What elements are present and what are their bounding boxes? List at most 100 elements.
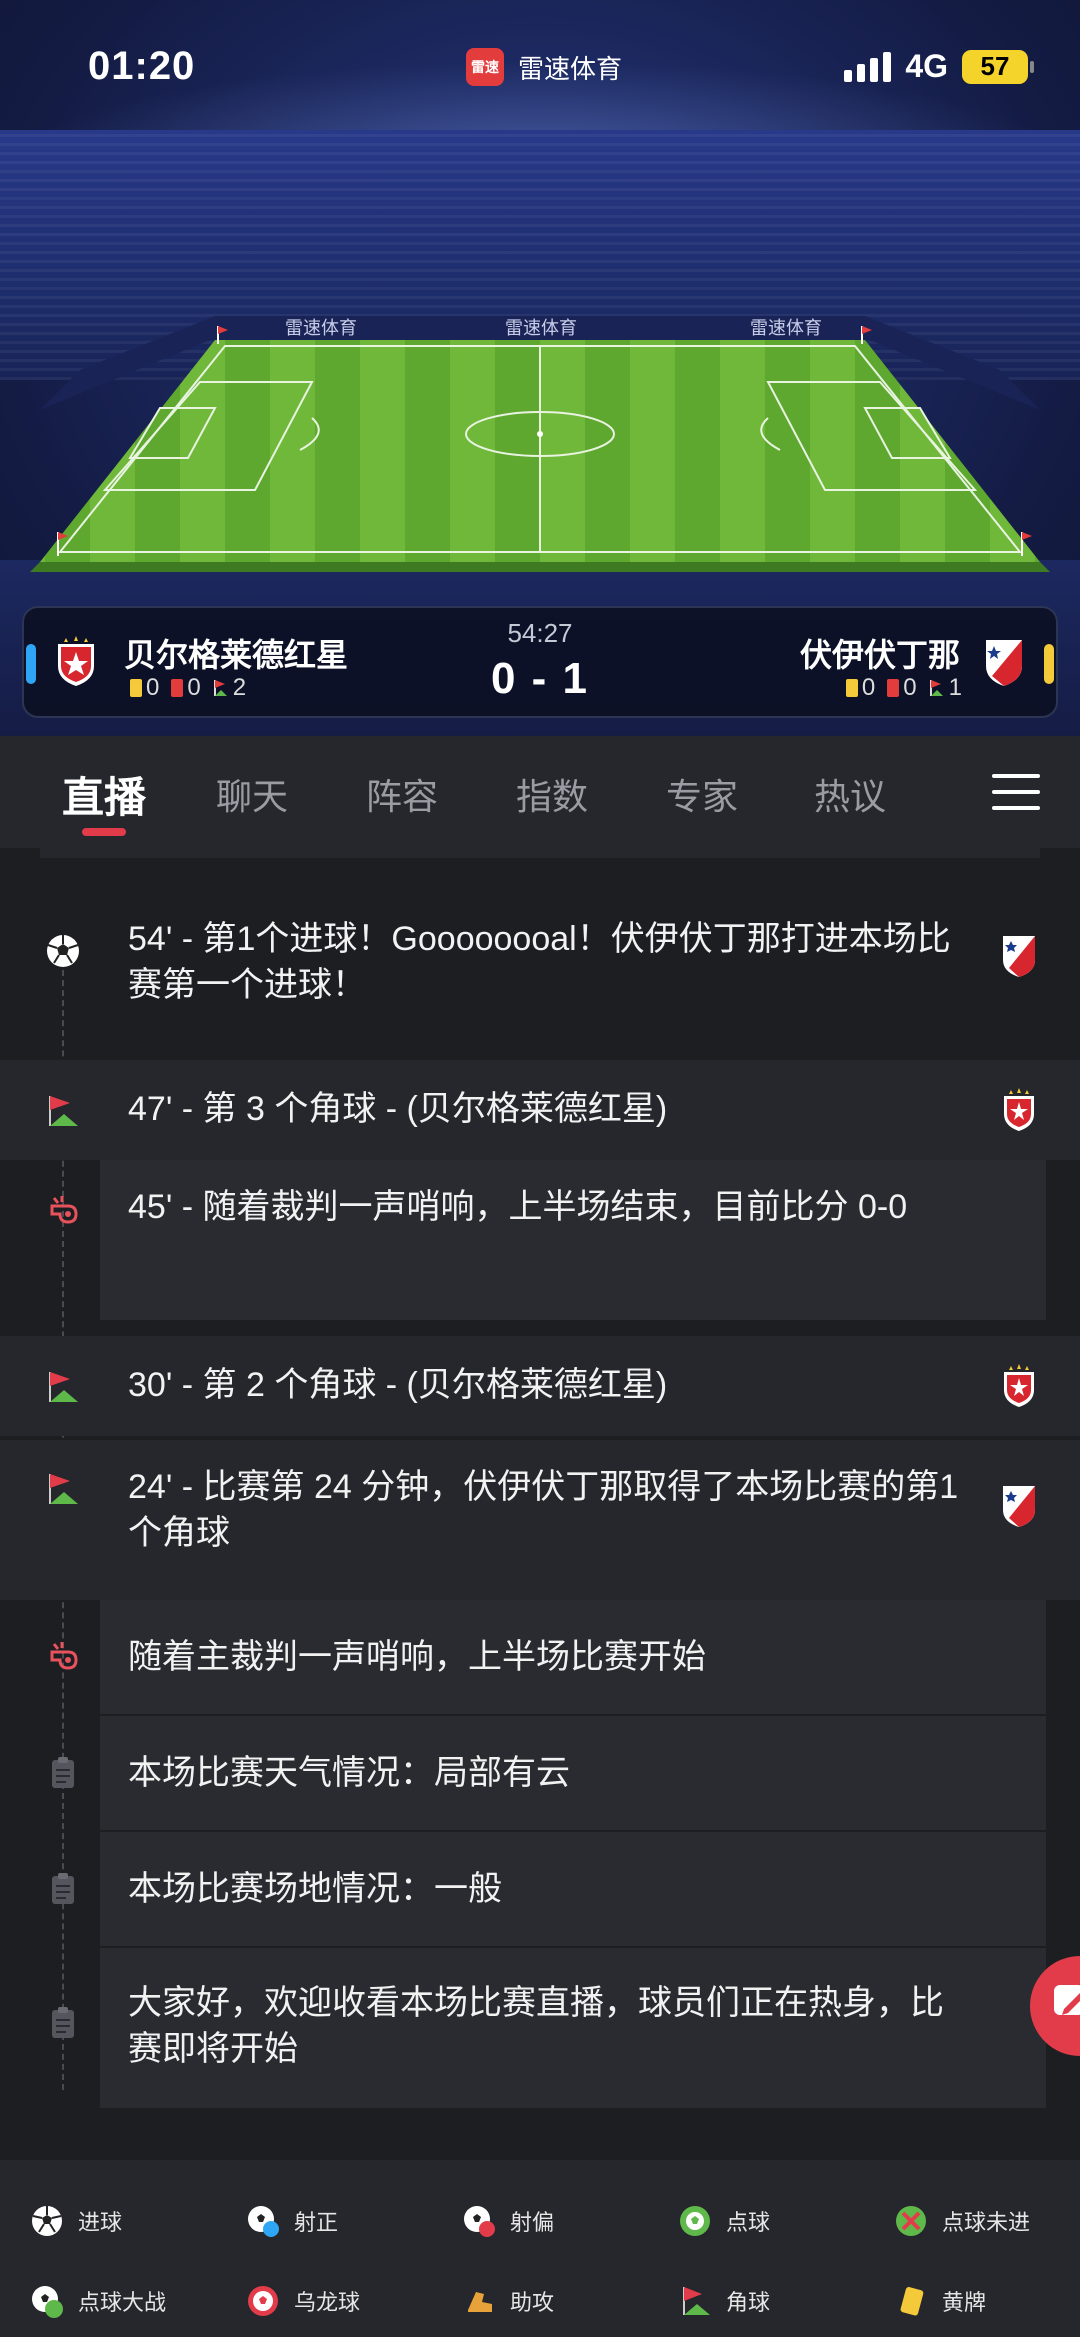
away-team-name[interactable]: 伏伊伏丁那 — [800, 630, 960, 676]
shot-off-target-icon — [464, 2206, 495, 2237]
legend-item: 乌龙球 — [246, 2284, 360, 2318]
ad-board-text: 雷速体育 — [285, 318, 357, 338]
event-text: 47' - 第 3 个角球 - (贝尔格莱德红星) — [128, 1090, 668, 1128]
away-yellow-count: 0 — [861, 674, 876, 701]
away-corner-count: 1 — [948, 674, 962, 701]
battery-icon: 57 — [962, 49, 1034, 84]
legend-label: 黄牌 — [942, 2290, 987, 2315]
assist-icon — [468, 2292, 492, 2312]
legend-label: 进球 — [78, 2210, 123, 2235]
whistle-icon — [50, 1196, 78, 1224]
legend-item: 助攻 — [462, 2284, 554, 2318]
soccer-ball-icon — [32, 2206, 62, 2236]
app-logo-icon: 雷速 — [466, 48, 504, 86]
ad-board-text: 雷速体育 — [750, 318, 822, 338]
network-type: 4G — [905, 48, 948, 84]
event-text: 45' - 随着裁判一声哨响，上半场结束，目前比分 0-0 — [128, 1188, 908, 1226]
tab-live[interactable]: 直播 — [62, 764, 146, 825]
corner-flag-icon — [683, 2287, 710, 2315]
corner-flag-icon — [49, 1372, 78, 1402]
away-team-badge-icon[interactable] — [980, 636, 1028, 688]
away-corners: 1 — [929, 674, 962, 702]
battery-level: 57 — [980, 51, 1010, 81]
clipboard-icon — [52, 2007, 74, 2038]
legend-label: 点球 — [726, 2210, 771, 2235]
event-text: 随着主裁判一声哨响，上半场比赛开始 — [128, 1638, 706, 1676]
legend-label: 点球未进 — [942, 2210, 1031, 2235]
legend-item: 角球 — [678, 2284, 770, 2318]
tab-experts[interactable]: 专家 — [666, 768, 738, 820]
tab-discussion[interactable]: 热议 — [814, 768, 886, 820]
soccer-ball-icon — [47, 935, 79, 967]
away-red-cards: 0 — [887, 674, 917, 702]
event-text: 大家好，欢迎收看本场比赛直播，球员们正在热身，比赛即将开始 — [128, 1984, 944, 2068]
yellow-card-icon — [845, 679, 858, 697]
signal-icon — [844, 51, 892, 82]
home-team-badge-icon — [1004, 1364, 1034, 1407]
penalty-missed-icon — [896, 2206, 926, 2236]
tab-chat[interactable]: 聊天 — [216, 768, 288, 820]
legend-item: 黄牌 — [894, 2284, 986, 2318]
event-item[interactable]: 随着主裁判一声哨响，上半场比赛开始 — [0, 1600, 1080, 1714]
legend-label: 助攻 — [510, 2290, 555, 2315]
event-item[interactable]: 本场比赛天气情况：局部有云 — [0, 1716, 1080, 1830]
penalty-icon — [680, 2206, 710, 2236]
legend-item: 进球 — [30, 2204, 122, 2238]
legend-item: 射正 — [246, 2204, 338, 2238]
event-text: 本场比赛天气情况：局部有云 — [128, 1754, 570, 1792]
legend-label: 射正 — [294, 2210, 339, 2235]
corner-flag-icon — [929, 680, 943, 696]
active-tab-indicator — [82, 828, 126, 836]
penalty-shootout-icon — [32, 2286, 63, 2318]
away-team-badge-icon — [1003, 936, 1035, 977]
match-tabs: 直播 聊天 阵容 指数 专家 热议 — [0, 736, 1080, 848]
stadium-hero: 雷速体育 雷速体育 雷速体育 01:20 雷速 雷速体育 4G 57 贝尔格莱德… — [0, 0, 1080, 736]
pitch-graphic: 雷速体育 雷速体育 雷速体育 — [30, 316, 1050, 572]
legend-label: 射偏 — [510, 2210, 555, 2235]
corner-flag-icon — [49, 1474, 78, 1504]
event-item[interactable]: 30' - 第 2 个角球 - (贝尔格莱德红星) — [0, 1336, 1080, 1436]
legend-item: 点球未进 — [894, 2204, 1030, 2238]
status-indicators: 4G 57 — [844, 48, 1034, 85]
away-team-badge-icon — [1003, 1486, 1035, 1527]
tab-odds[interactable]: 指数 — [516, 768, 588, 820]
live-commentary-feed[interactable]: 54' - 第1个进球！Goooooooal！伏伊伏丁那打进本场比赛第一个进球！… — [0, 848, 1080, 2140]
legend-item: 射偏 — [462, 2204, 554, 2238]
event-text: 54' - 第1个进球！Goooooooal！伏伊伏丁那打进本场比赛第一个进球！ — [128, 920, 951, 1004]
event-item[interactable]: 大家好，欢迎收看本场比赛直播，球员们正在热身，比赛即将开始 — [0, 1948, 1080, 2108]
event-item[interactable]: 54' - 第1个进球！Goooooooal！伏伊伏丁那打进本场比赛第一个进球！ — [0, 892, 1080, 1060]
ad-board-text: 雷速体育 — [505, 318, 577, 338]
event-text: 本场比赛场地情况：一般 — [128, 1870, 502, 1908]
whistle-icon — [50, 1642, 78, 1670]
legend-label: 乌龙球 — [294, 2290, 361, 2315]
own-goal-icon — [248, 2286, 278, 2316]
event-text: 30' - 第 2 个角球 - (贝尔格莱德红星) — [128, 1366, 668, 1404]
corner-flag-icon — [49, 1096, 78, 1126]
clipboard-icon — [52, 1873, 74, 1904]
legend-item: 点球大战 — [30, 2284, 166, 2318]
status-bar: 01:20 雷速 雷速体育 4G 57 — [0, 0, 1080, 130]
legend-label: 点球大战 — [78, 2290, 167, 2315]
feed-top-strip — [40, 848, 1040, 858]
tab-lineup[interactable]: 阵容 — [366, 768, 438, 820]
menu-icon[interactable] — [992, 774, 1040, 812]
status-app-name: 雷速体育 — [518, 53, 623, 84]
scoreboard[interactable]: 贝尔格莱德红星 0 0 2 54:27 0 - 1 伏伊伏丁那 0 0 1 — [22, 606, 1058, 718]
status-time: 01:20 — [88, 44, 196, 88]
status-app-indicator: 雷速 雷速体育 — [466, 48, 622, 86]
event-legend: 进球 射正 射偏 点球 点球未进 点球大战 乌龙球 助攻 角球 黄牌 — [0, 2160, 1080, 2337]
red-card-icon — [887, 679, 900, 697]
away-yellow-cards: 0 — [845, 674, 876, 702]
away-red-count: 0 — [903, 674, 917, 701]
event-text: 24' - 比赛第 24 分钟，伏伊伏丁那取得了本场比赛的第1个角球 — [128, 1468, 959, 1552]
home-team-badge-icon — [1004, 1088, 1034, 1131]
event-item[interactable]: 47' - 第 3 个角球 - (贝尔格莱德红星) — [0, 1060, 1080, 1160]
clipboard-icon — [52, 1757, 74, 1788]
event-item[interactable]: 45' - 随着裁判一声哨响，上半场结束，目前比分 0-0 — [0, 1160, 1080, 1320]
away-team-stats: 0 0 1 — [845, 674, 962, 702]
edit-icon — [1054, 1985, 1080, 2015]
event-item[interactable]: 本场比赛场地情况：一般 — [0, 1832, 1080, 1946]
shot-on-target-icon — [248, 2206, 279, 2237]
legend-item: 点球 — [678, 2204, 770, 2238]
event-item[interactable]: 24' - 比赛第 24 分钟，伏伊伏丁那取得了本场比赛的第1个角球 — [0, 1440, 1080, 1600]
